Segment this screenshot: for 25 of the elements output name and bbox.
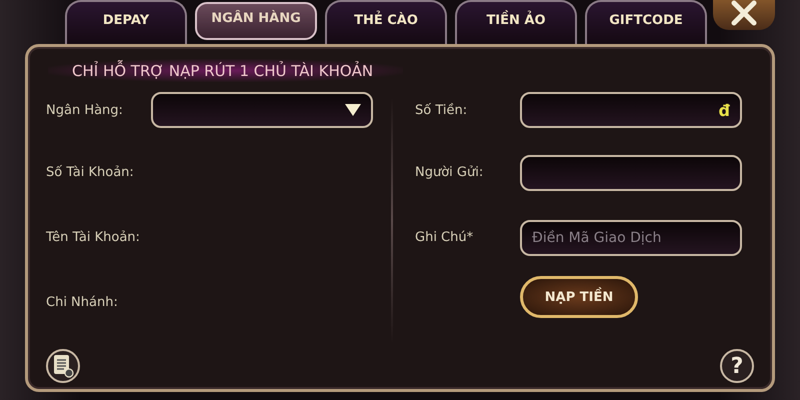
field-label: Người Gửi: [415,165,484,180]
input-field[interactable] [520,154,742,190]
document-clock-icon [52,354,74,378]
dropdown-arrow-icon [345,104,361,116]
help-button[interactable]: ? [720,349,754,383]
close-button[interactable] [713,0,775,30]
tab[interactable]: DEPAY [65,0,187,44]
deposit-button[interactable]: NẠP TIỀN [520,276,638,318]
field-label: Ngân Hàng: [46,102,124,118]
input-field[interactable]: Điền Mã Giao Dịch [520,220,742,256]
field-label: Số Tiền: [415,102,468,118]
tab[interactable]: GIFTCODE [585,0,707,44]
tab[interactable]: THẺ CÀO [325,0,447,44]
field-label: Chi Nhánh: [46,295,119,310]
history-button[interactable] [46,349,80,383]
currency-symbol: đ [718,100,730,120]
field-label: Tên Tài Khoản: [46,230,141,245]
close-icon [731,0,757,26]
tab[interactable]: TIỀN ẢO [455,0,577,44]
notice-text: CHỈ HỖ TRỢ NẠP RÚT 1 CHỦ TÀI KHOẢN [72,62,374,80]
input-field[interactable]: đ [520,92,742,128]
field-label: Ghi Chú* [415,230,474,245]
field-label: Số Tài Khoản: [46,165,135,180]
bank-dropdown[interactable] [151,92,373,128]
tab[interactable]: NGÂN HÀNG [195,2,317,40]
